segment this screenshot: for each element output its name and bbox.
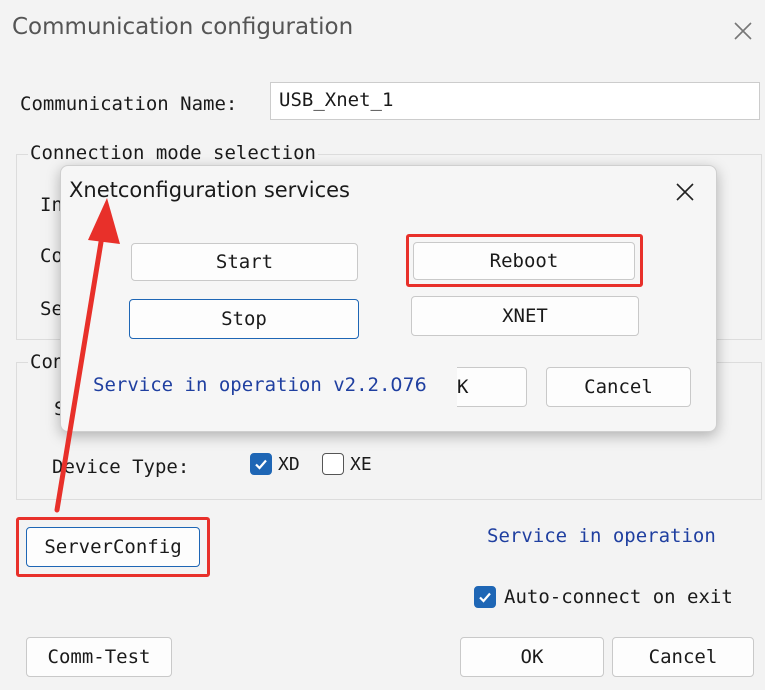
annotation-arrow xyxy=(54,198,120,513)
